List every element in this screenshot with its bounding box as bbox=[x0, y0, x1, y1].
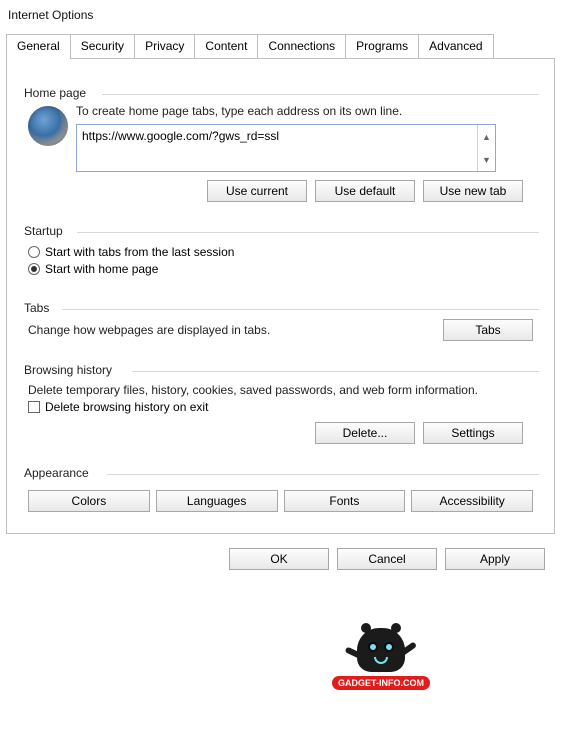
delete-on-exit-label: Delete browsing history on exit bbox=[45, 400, 208, 414]
use-new-tab-button[interactable]: Use new tab bbox=[423, 180, 523, 202]
dialog-footer: OK Cancel Apply bbox=[0, 540, 561, 574]
accessibility-button[interactable]: Accessibility bbox=[411, 490, 533, 512]
group-home-page: Home page To create home page tabs, type… bbox=[21, 85, 540, 209]
tab-security[interactable]: Security bbox=[70, 34, 135, 59]
tab-content[interactable]: Content bbox=[194, 34, 258, 59]
history-desc: Delete temporary files, history, cookies… bbox=[28, 383, 533, 397]
general-panel: Home page To create home page tabs, type… bbox=[6, 58, 555, 534]
radio-start-home-page-label: Start with home page bbox=[45, 262, 158, 276]
robot-icon bbox=[357, 628, 405, 672]
tab-programs[interactable]: Programs bbox=[345, 34, 419, 59]
tabs-desc: Change how webpages are displayed in tab… bbox=[28, 323, 270, 337]
tab-connections[interactable]: Connections bbox=[257, 34, 346, 59]
home-url-input[interactable] bbox=[77, 125, 477, 171]
use-current-button[interactable]: Use current bbox=[207, 180, 307, 202]
radio-start-home-page[interactable] bbox=[28, 263, 40, 275]
cancel-button[interactable]: Cancel bbox=[337, 548, 437, 570]
home-hint: To create home page tabs, type each addr… bbox=[76, 104, 533, 118]
delete-button[interactable]: Delete... bbox=[315, 422, 415, 444]
use-default-button[interactable]: Use default bbox=[315, 180, 415, 202]
watermark-badge: GADGET-INFO.COM bbox=[331, 628, 431, 690]
languages-button[interactable]: Languages bbox=[156, 490, 278, 512]
group-label-startup: Startup bbox=[20, 224, 67, 238]
settings-button[interactable]: Settings bbox=[423, 422, 523, 444]
window-title: Internet Options bbox=[0, 4, 561, 26]
home-url-box: ▲ ▼ bbox=[76, 124, 496, 172]
group-startup: Startup Start with tabs from the last se… bbox=[21, 223, 540, 286]
tab-general[interactable]: General bbox=[6, 34, 71, 59]
apply-button[interactable]: Apply bbox=[445, 548, 545, 570]
delete-on-exit-checkbox[interactable] bbox=[28, 401, 40, 413]
watermark-label: GADGET-INFO.COM bbox=[332, 676, 430, 690]
internet-options-window: Internet Options General Security Privac… bbox=[0, 0, 561, 574]
group-label-appearance: Appearance bbox=[20, 466, 93, 480]
url-scroll-down-icon[interactable]: ▼ bbox=[478, 148, 495, 171]
colors-button[interactable]: Colors bbox=[28, 490, 150, 512]
tab-advanced[interactable]: Advanced bbox=[418, 34, 493, 59]
radio-start-last-session[interactable] bbox=[28, 246, 40, 258]
tab-privacy[interactable]: Privacy bbox=[134, 34, 195, 59]
group-label-history: Browsing history bbox=[20, 363, 116, 377]
group-tabs: Tabs Change how webpages are displayed i… bbox=[21, 300, 540, 348]
tabs-button[interactable]: Tabs bbox=[443, 319, 533, 341]
group-appearance: Appearance Colors Languages Fonts Access… bbox=[21, 465, 540, 519]
tabstrip: General Security Privacy Content Connect… bbox=[6, 34, 561, 59]
radio-start-last-session-label: Start with tabs from the last session bbox=[45, 245, 234, 259]
group-label-home: Home page bbox=[20, 86, 90, 100]
ok-button[interactable]: OK bbox=[229, 548, 329, 570]
group-browsing-history: Browsing history Delete temporary files,… bbox=[21, 362, 540, 451]
fonts-button[interactable]: Fonts bbox=[284, 490, 406, 512]
url-scroll-up-icon[interactable]: ▲ bbox=[478, 125, 495, 148]
home-icon bbox=[28, 106, 68, 146]
group-label-tabs: Tabs bbox=[20, 301, 53, 315]
url-scroll: ▲ ▼ bbox=[477, 125, 495, 171]
